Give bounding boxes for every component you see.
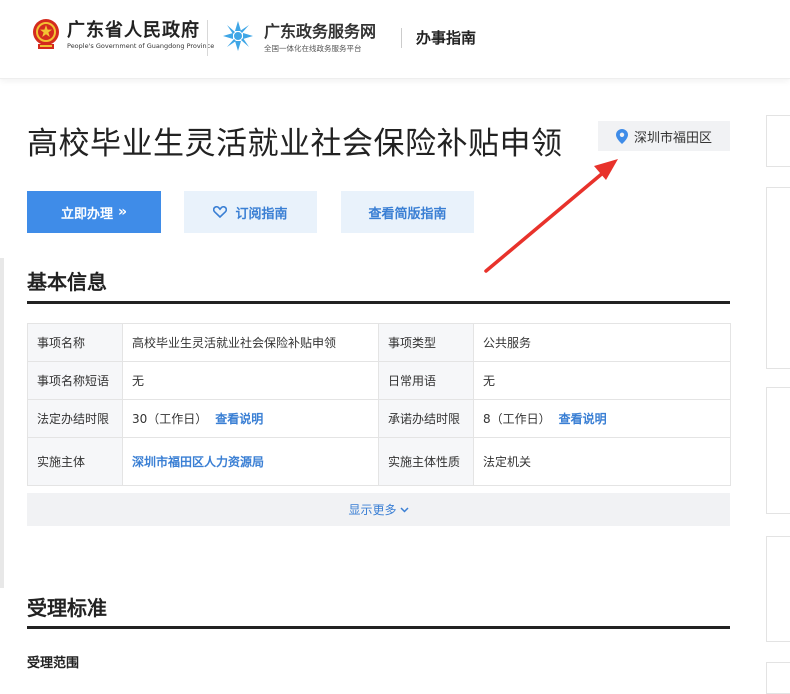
nav-divider — [401, 28, 402, 48]
view-simple-guide-button[interactable]: 查看简版指南 — [341, 191, 474, 233]
cell-value: 无 — [122, 361, 379, 400]
cell-value: 深圳市福田区人力资源局 — [122, 437, 379, 486]
subscribe-guide-button[interactable]: 订阅指南 — [184, 191, 317, 233]
promised-time-limit: 8（工作日） — [483, 412, 551, 426]
subscribe-guide-label: 订阅指南 — [235, 206, 288, 222]
apply-now-button[interactable]: 立即办理 » — [27, 191, 161, 233]
show-more-label: 显示更多 — [348, 503, 397, 517]
service-logo-icon[interactable] — [221, 19, 255, 53]
cell-label: 实施主体性质 — [378, 437, 474, 486]
view-explanation-link[interactable]: 查看说明 — [215, 412, 263, 426]
chevron-down-icon — [399, 506, 409, 513]
page-title: 高校毕业生灵活就业社会保险补贴申领 — [27, 126, 563, 162]
cell-label: 承诺办结时限 — [378, 399, 474, 438]
heart-icon — [213, 206, 228, 218]
cell-label: 法定办结时限 — [27, 399, 123, 438]
service-name[interactable]: 广东政务服务网 — [264, 18, 376, 42]
left-edge-bar — [0, 258, 4, 588]
cell-label: 事项名称 — [27, 323, 123, 362]
national-emblem-icon — [33, 19, 59, 49]
gov-name-en: People's Government of Guangdong Provinc… — [67, 42, 215, 50]
cell-label: 事项名称短语 — [27, 361, 123, 400]
cell-value: 高校毕业生灵活就业社会保险补贴申领 — [122, 323, 379, 362]
side-panel-3 — [766, 387, 790, 514]
side-panel-2 — [766, 187, 790, 369]
side-panel-1 — [766, 115, 790, 167]
double-chevron-right-icon: » — [117, 204, 128, 220]
nav-guide-link[interactable]: 办事指南 — [416, 27, 476, 48]
side-panel-4 — [766, 536, 790, 642]
legal-time-limit: 30（工作日） — [132, 412, 208, 426]
basic-info-underline — [27, 301, 730, 304]
apply-now-label: 立即办理 — [60, 206, 113, 222]
location-badge[interactable]: 深圳市福田区 — [598, 121, 730, 151]
table-row: 实施主体 深圳市福田区人力资源局 实施主体性质 法定机关 — [27, 437, 731, 486]
location-text: 深圳市福田区 — [633, 130, 712, 146]
acceptance-underline — [27, 626, 730, 629]
table-row: 事项名称 高校毕业生灵活就业社会保险补贴申领 事项类型 公共服务 — [27, 323, 731, 362]
location-pin-icon — [615, 128, 628, 144]
cell-label: 事项类型 — [378, 323, 474, 362]
table-row: 法定办结时限 30（工作日） 查看说明 承诺办结时限 8（工作日） 查看说明 — [27, 399, 731, 438]
cell-value: 8（工作日） 查看说明 — [473, 399, 731, 438]
view-simple-guide-label: 查看简版指南 — [368, 206, 447, 222]
service-tagline: 全国一体化在线政务服务平台 — [264, 44, 362, 53]
gov-name: 广东省人民政府 — [67, 20, 200, 41]
cell-value: 法定机关 — [473, 437, 731, 486]
header-divider — [207, 20, 208, 56]
implementing-agency-link[interactable]: 深圳市福田区人力资源局 — [132, 455, 264, 469]
view-explanation-link[interactable]: 查看说明 — [559, 412, 607, 426]
cell-label: 日常用语 — [378, 361, 474, 400]
acceptance-heading: 受理标准 — [27, 596, 107, 620]
cell-value: 公共服务 — [473, 323, 731, 362]
side-panel-5 — [766, 662, 790, 694]
cell-label: 实施主体 — [27, 437, 123, 486]
cell-value: 30（工作日） 查看说明 — [122, 399, 379, 438]
acceptance-scope-label: 受理范围 — [27, 656, 80, 671]
table-row: 事项名称短语 无 日常用语 无 — [27, 361, 731, 400]
basic-info-heading: 基本信息 — [27, 270, 107, 294]
basic-info-table: 事项名称 高校毕业生灵活就业社会保险补贴申领 事项类型 公共服务 事项名称短语 … — [27, 323, 731, 486]
cell-value: 无 — [473, 361, 731, 400]
show-more-button[interactable]: 显示更多 — [27, 493, 730, 526]
site-header: 广东省人民政府 People's Government of Guangdong… — [0, 0, 790, 79]
